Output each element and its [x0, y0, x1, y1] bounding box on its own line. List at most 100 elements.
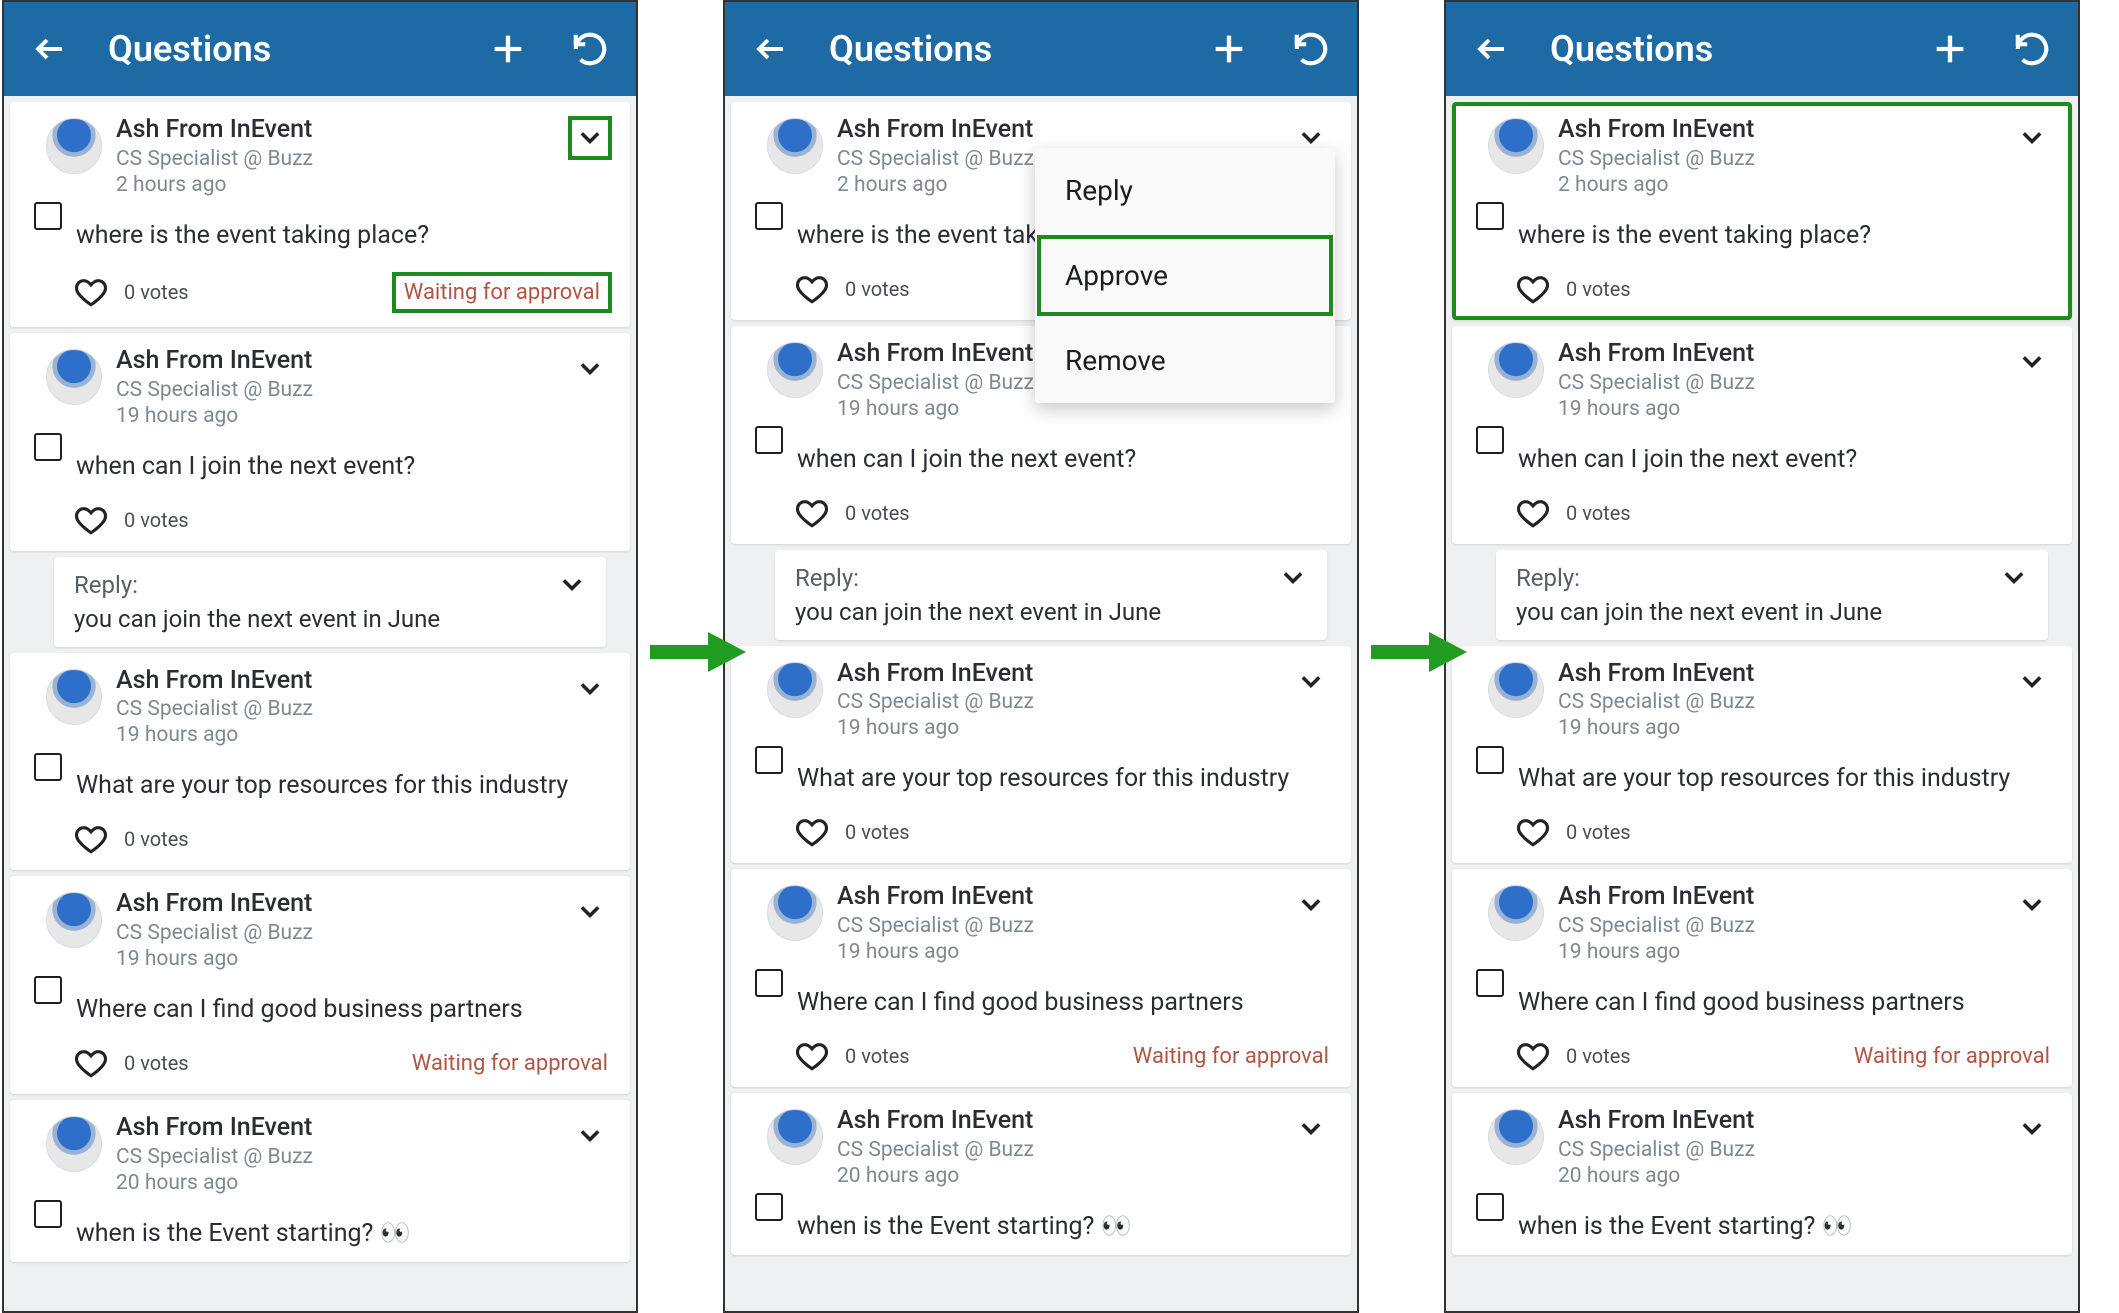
reply-body: you can join the next event in June: [795, 598, 1161, 626]
question-text: Where can I find good business partners: [76, 995, 612, 1024]
select-checkbox[interactable]: [1476, 1193, 1504, 1221]
heart-icon[interactable]: [74, 1046, 108, 1080]
timestamp: 20 hours ago: [837, 1164, 1275, 1188]
select-checkbox[interactable]: [755, 426, 783, 454]
add-button[interactable]: [1205, 25, 1253, 73]
timestamp: 19 hours ago: [1558, 940, 1996, 964]
questions-list: Ash From InEvent CS Specialist @ Buzz 2 …: [1446, 96, 2078, 1311]
waiting-approval-label: Waiting for approval: [1854, 1044, 2054, 1069]
refresh-button[interactable]: [2008, 25, 2056, 73]
header-bar: Questions: [4, 2, 636, 96]
select-checkbox[interactable]: [34, 433, 62, 461]
question-card: Ash From InEvent CS Specialist @ Buzz 19…: [731, 646, 1351, 864]
heart-icon[interactable]: [1516, 496, 1550, 530]
menu-item-remove[interactable]: Remove: [1035, 318, 1335, 403]
question-text: when is the Event starting? 👀: [76, 1219, 612, 1248]
reply-label: Reply:: [1516, 564, 1882, 592]
header-bar: Questions: [1446, 2, 2078, 96]
question-card: Ash From InEvent CS Specialist @ Buzz 19…: [1452, 326, 2072, 544]
author-name: Ash From InEvent: [116, 347, 554, 376]
question-card: Ash From InEvent CS Specialist @ Buzz 19…: [1452, 646, 2072, 864]
heart-icon[interactable]: [74, 503, 108, 537]
more-menu-button[interactable]: [2010, 660, 2054, 704]
more-menu-button[interactable]: [568, 347, 612, 391]
reply-card: Reply: you can join the next event in Ju…: [775, 550, 1327, 640]
votes-label: 0 votes: [845, 820, 910, 844]
waiting-approval-label: Waiting for approval: [1133, 1044, 1333, 1069]
back-button[interactable]: [1468, 25, 1516, 73]
screen-2: Questions Ash From InEvent CS Specialist…: [723, 0, 1359, 1313]
votes-label: 0 votes: [1566, 1044, 1631, 1068]
more-menu-button[interactable]: [1289, 660, 1333, 704]
questions-list: Ash From InEvent CS Specialist @ Buzz 2 …: [4, 96, 636, 1311]
more-menu-button[interactable]: [2000, 564, 2028, 596]
more-menu-button[interactable]: [1289, 883, 1333, 927]
question-text: where is the event taking place?: [76, 221, 612, 250]
select-checkbox[interactable]: [755, 746, 783, 774]
refresh-button[interactable]: [1287, 25, 1335, 73]
votes-label: 0 votes: [1566, 277, 1631, 301]
avatar: [767, 662, 823, 718]
avatar: [46, 349, 102, 405]
refresh-button[interactable]: [566, 25, 614, 73]
author-role: CS Specialist @ Buzz: [1558, 147, 1996, 171]
heart-icon[interactable]: [1516, 815, 1550, 849]
more-menu-button[interactable]: [1289, 1107, 1333, 1151]
heart-icon[interactable]: [74, 822, 108, 856]
votes-label: 0 votes: [124, 280, 189, 304]
avatar: [46, 892, 102, 948]
more-menu-button[interactable]: [2010, 1107, 2054, 1151]
select-checkbox[interactable]: [34, 976, 62, 1004]
timestamp: 19 hours ago: [116, 404, 554, 428]
select-checkbox[interactable]: [34, 1200, 62, 1228]
question-card: Ash From InEvent CS Specialist @ Buzz 19…: [731, 869, 1351, 1087]
menu-item-approve[interactable]: Approve: [1035, 233, 1335, 318]
heart-icon[interactable]: [795, 1039, 829, 1073]
question-card: Ash From InEvent CS Specialist @ Buzz 2 …: [1452, 102, 2072, 320]
heart-icon[interactable]: [1516, 1039, 1550, 1073]
add-button[interactable]: [484, 25, 532, 73]
author-name: Ash From InEvent: [837, 116, 1275, 145]
select-checkbox[interactable]: [34, 753, 62, 781]
more-menu-button[interactable]: [1279, 564, 1307, 596]
select-checkbox[interactable]: [1476, 202, 1504, 230]
back-button[interactable]: [26, 25, 74, 73]
author-role: CS Specialist @ Buzz: [116, 921, 554, 945]
more-menu-button[interactable]: [568, 116, 612, 160]
timestamp: 19 hours ago: [1558, 716, 1996, 740]
question-card: Ash From InEvent CS Specialist @ Buzz 20…: [10, 1100, 630, 1262]
heart-icon[interactable]: [1516, 272, 1550, 306]
avatar: [1488, 118, 1544, 174]
heart-icon[interactable]: [795, 496, 829, 530]
add-button[interactable]: [1926, 25, 1974, 73]
select-checkbox[interactable]: [755, 202, 783, 230]
heart-icon[interactable]: [74, 275, 108, 309]
select-checkbox[interactable]: [1476, 426, 1504, 454]
author-role: CS Specialist @ Buzz: [837, 914, 1275, 938]
more-menu-button[interactable]: [2010, 883, 2054, 927]
select-checkbox[interactable]: [1476, 969, 1504, 997]
back-button[interactable]: [747, 25, 795, 73]
select-checkbox[interactable]: [755, 1193, 783, 1221]
question-text: What are your top resources for this ind…: [797, 764, 1333, 793]
author-name: Ash From InEvent: [1558, 340, 1996, 369]
more-menu-button[interactable]: [568, 667, 612, 711]
more-menu-button[interactable]: [568, 1114, 612, 1158]
select-checkbox[interactable]: [755, 969, 783, 997]
select-checkbox[interactable]: [1476, 746, 1504, 774]
author-role: CS Specialist @ Buzz: [1558, 690, 1996, 714]
more-menu-button[interactable]: [2010, 116, 2054, 160]
menu-item-reply[interactable]: Reply: [1035, 148, 1335, 233]
more-menu-button[interactable]: [558, 571, 586, 603]
reply-label: Reply:: [795, 564, 1161, 592]
heart-icon[interactable]: [795, 272, 829, 306]
avatar: [767, 118, 823, 174]
votes-label: 0 votes: [124, 1051, 189, 1075]
avatar: [1488, 885, 1544, 941]
heart-icon[interactable]: [795, 815, 829, 849]
more-menu-button[interactable]: [2010, 340, 2054, 384]
select-checkbox[interactable]: [34, 202, 62, 230]
avatar: [46, 669, 102, 725]
page-title: Questions: [829, 28, 1171, 70]
more-menu-button[interactable]: [568, 890, 612, 934]
